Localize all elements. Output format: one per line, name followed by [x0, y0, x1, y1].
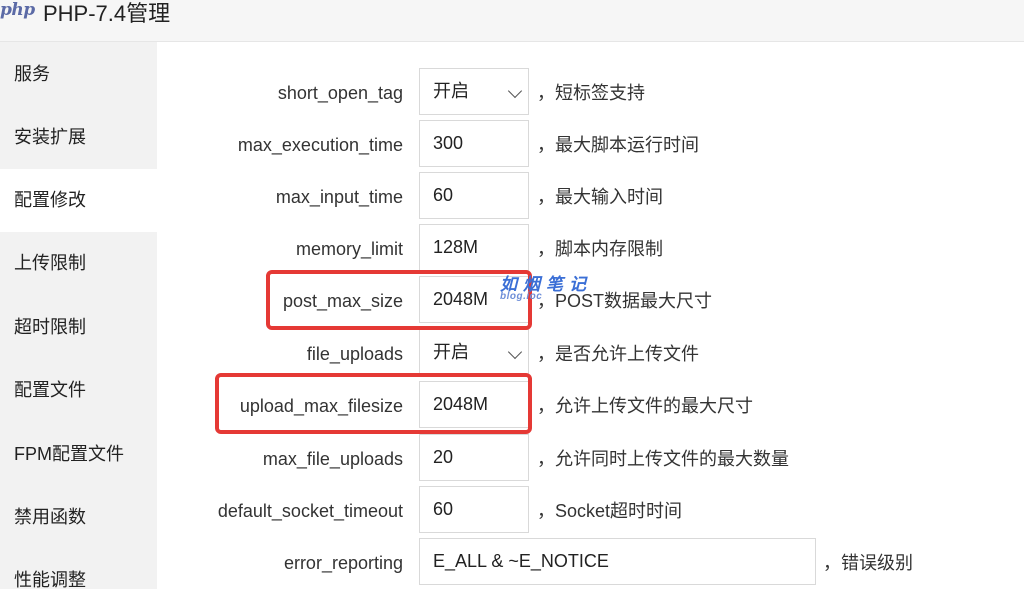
setting-description: ，最大脚本运行时间 [537, 135, 699, 155]
chevron-down-icon [507, 83, 523, 99]
max-file-uploads-input[interactable]: 20 [419, 434, 529, 481]
sidebar-item-install-extensions[interactable]: 安装扩展 [0, 106, 157, 169]
setting-label: max_file_uploads [262, 449, 403, 469]
setting-row-max-execution-time: max_execution_time 300 ，最大脚本运行时间 [157, 120, 1024, 172]
setting-description: ，允许同时上传文件的最大数量 [537, 449, 789, 469]
file-uploads-select[interactable]: 开启 [419, 329, 529, 376]
sidebar-item-disabled-functions[interactable]: 禁用函数 [0, 486, 157, 549]
setting-description: ，脚本内存限制 [537, 239, 663, 259]
setting-row-memory-limit: memory_limit 128M ，脚本内存限制 [157, 224, 1024, 276]
max-input-time-input[interactable]: 60 [419, 172, 529, 219]
setting-row-short-open-tag: short_open_tag 开启 ，短标签支持 [157, 68, 1024, 120]
setting-label: max_execution_time [237, 135, 403, 155]
select-value: 开启 [433, 342, 469, 362]
highlight-box-upload-max-filesize [215, 373, 532, 434]
setting-label: error_reporting [283, 553, 403, 573]
sidebar-item-config-edit[interactable]: 配置修改 [0, 169, 157, 232]
setting-label: file_uploads [306, 344, 403, 364]
setting-row-max-input-time: max_input_time 60 ，最大输入时间 [157, 172, 1024, 224]
title-bar: php PHP-7.4管理 [0, 0, 1024, 42]
default-socket-timeout-input[interactable]: 60 [419, 486, 529, 533]
sidebar-item-config-file[interactable]: 配置文件 [0, 359, 157, 422]
max-execution-time-input[interactable]: 300 [419, 120, 529, 167]
chevron-down-icon [507, 344, 523, 360]
sidebar-item-upload-limit[interactable]: 上传限制 [0, 232, 157, 295]
setting-description: ，最大输入时间 [537, 187, 663, 207]
sidebar-item-timeout-limit[interactable]: 超时限制 [0, 296, 157, 359]
window-title: PHP-7.4管理 [43, 1, 171, 26]
select-value: 开启 [433, 81, 469, 101]
setting-label: memory_limit [295, 239, 403, 259]
setting-description: ，错误级别 [823, 553, 913, 573]
php-logo: php [0, 0, 35, 20]
setting-label: default_socket_timeout [217, 501, 403, 521]
setting-description: ，POST数据最大尺寸 [537, 291, 713, 311]
setting-label: short_open_tag [277, 83, 403, 103]
setting-description: ，是否允许上传文件 [537, 344, 699, 364]
setting-description: ，短标签支持 [537, 83, 645, 103]
setting-description: ，Socket超时时间 [537, 501, 683, 521]
setting-label: max_input_time [275, 187, 403, 207]
setting-description: ，允许上传文件的最大尺寸 [537, 396, 753, 416]
sidebar-item-service[interactable]: 服务 [0, 43, 157, 106]
setting-row-max-file-uploads: max_file_uploads 20 ，允许同时上传文件的最大数量 [157, 434, 1024, 486]
sidebar: 服务 安装扩展 配置修改 上传限制 超时限制 配置文件 FPM配置文件 禁用函数… [0, 42, 157, 589]
memory-limit-input[interactable]: 128M [419, 224, 529, 271]
sidebar-item-fpm-config-file[interactable]: FPM配置文件 [0, 423, 157, 486]
setting-row-default-socket-timeout: default_socket_timeout 60 ，Socket超时时间 [157, 486, 1024, 538]
short-open-tag-select[interactable]: 开启 [419, 68, 529, 115]
highlight-box-post-max-size [266, 270, 532, 330]
setting-row-error-reporting: error_reporting E_ALL & ~E_NOTICE ，错误级别 [157, 538, 1024, 589]
sidebar-item-performance-tuning[interactable]: 性能调整 [0, 549, 157, 589]
error-reporting-input[interactable]: E_ALL & ~E_NOTICE [419, 538, 816, 585]
